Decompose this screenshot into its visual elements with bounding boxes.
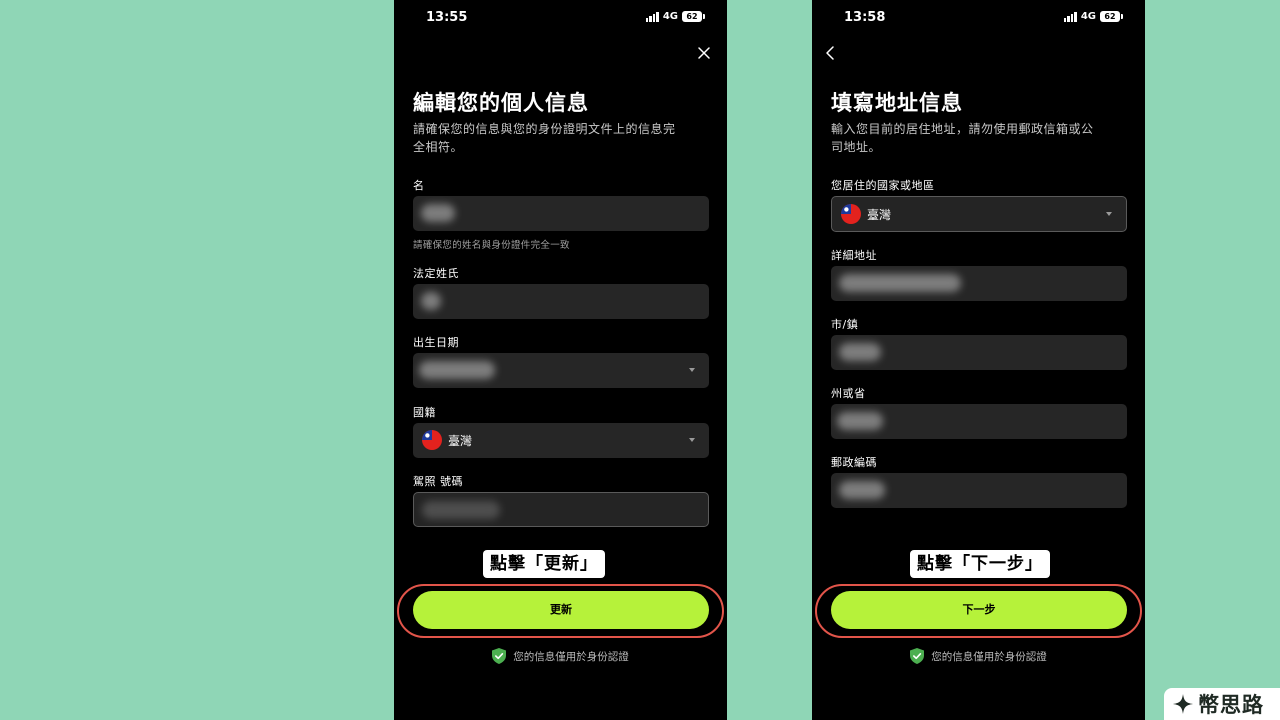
page-subtitle: 請確保您的信息與您的身份證明文件上的信息完全相符。 [413, 122, 676, 154]
redacted-value [419, 361, 495, 379]
redacted-value [421, 204, 455, 222]
close-icon[interactable] [695, 44, 713, 62]
brand-name: 幣思路 [1198, 693, 1264, 717]
network-type: 4G [1080, 11, 1096, 22]
first-name-hint: 請確保您的姓名與身份證件完全一致 [413, 240, 570, 251]
redacted-value [837, 412, 883, 430]
sparkle-logo-icon [1173, 694, 1193, 714]
shield-check-icon [492, 648, 507, 664]
next-step-button[interactable]: 下一步 [831, 591, 1127, 629]
shield-check-icon [910, 648, 925, 664]
phone-personal-info: 13:55 4G 62 編輯您的個人信息 請確保您的信息與您的身份證明文件上的信… [394, 0, 727, 720]
security-note: 您的信息僅用於身份認證 [394, 648, 727, 664]
security-note-text: 您的信息僅用於身份認證 [931, 650, 1047, 663]
battery-tip [703, 14, 705, 19]
signal-icon [645, 11, 659, 22]
taiwan-flag-icon [422, 430, 442, 450]
battery-tip [1121, 14, 1123, 19]
network-type: 4G [662, 11, 678, 22]
status-indicators: 4G 62 [1063, 11, 1123, 22]
license-input[interactable] [413, 492, 709, 527]
first-name-input[interactable] [413, 196, 709, 231]
instruction-callout: 點擊「更新」 [483, 550, 605, 578]
phone-address-info: 13:58 4G 62 填寫地址信息 輸入您目前的居住地址，請勿使用郵政信箱或公… [812, 0, 1145, 720]
nationality-value: 臺灣 [448, 434, 473, 448]
back-chevron-icon[interactable] [822, 44, 840, 62]
dob-label: 出生日期 [413, 336, 459, 349]
instruction-callout: 點擊「下一步」 [910, 550, 1050, 578]
state-label: 州或省 [831, 387, 866, 400]
nationality-select[interactable]: 臺灣 [413, 423, 709, 458]
battery-icon: 62 [682, 11, 702, 22]
redacted-value [839, 481, 885, 499]
postal-label: 郵政編碼 [831, 456, 877, 469]
status-time: 13:55 [426, 10, 468, 25]
chevron-down-icon [689, 368, 695, 372]
redacted-value [422, 501, 500, 519]
security-note: 您的信息僅用於身份認證 [812, 648, 1145, 664]
stage: 13:55 4G 62 編輯您的個人信息 請確保您的信息與您的身份證明文件上的信… [0, 0, 1280, 720]
last-name-label: 法定姓氏 [413, 267, 459, 280]
status-time: 13:58 [844, 10, 886, 25]
license-label: 駕照 號碼 [413, 475, 463, 488]
redacted-value [839, 343, 881, 361]
redacted-value [421, 292, 441, 310]
dob-select[interactable] [413, 353, 709, 388]
taiwan-flag-icon [841, 204, 861, 224]
page-subtitle: 輸入您目前的居住地址，請勿使用郵政信箱或公司地址。 [831, 122, 1094, 154]
signal-icon [1063, 11, 1077, 22]
state-input[interactable] [831, 404, 1127, 439]
country-select[interactable]: 臺灣 [831, 196, 1127, 232]
brand-watermark: 幣思路 [1164, 688, 1280, 720]
security-note-text: 您的信息僅用於身份認證 [513, 650, 629, 663]
first-name-label: 名 [413, 179, 425, 192]
postal-input[interactable] [831, 473, 1127, 508]
status-bar: 13:58 4G 62 [812, 10, 1145, 28]
country-label: 您居住的國家或地區 [831, 179, 935, 192]
chevron-down-icon [1106, 212, 1112, 216]
last-name-input[interactable] [413, 284, 709, 319]
update-button[interactable]: 更新 [413, 591, 709, 629]
city-label: 市/鎮 [831, 318, 859, 331]
address-label: 詳細地址 [831, 249, 877, 262]
page-title: 填寫地址信息 [831, 91, 963, 115]
city-input[interactable] [831, 335, 1127, 370]
battery-icon: 62 [1100, 11, 1120, 22]
country-value: 臺灣 [867, 208, 892, 222]
address-input[interactable] [831, 266, 1127, 301]
status-indicators: 4G 62 [645, 11, 705, 22]
status-bar: 13:55 4G 62 [394, 10, 727, 28]
chevron-down-icon [689, 438, 695, 442]
nationality-label: 國籍 [413, 406, 436, 419]
page-title: 編輯您的個人信息 [413, 91, 589, 115]
redacted-value [839, 274, 961, 292]
